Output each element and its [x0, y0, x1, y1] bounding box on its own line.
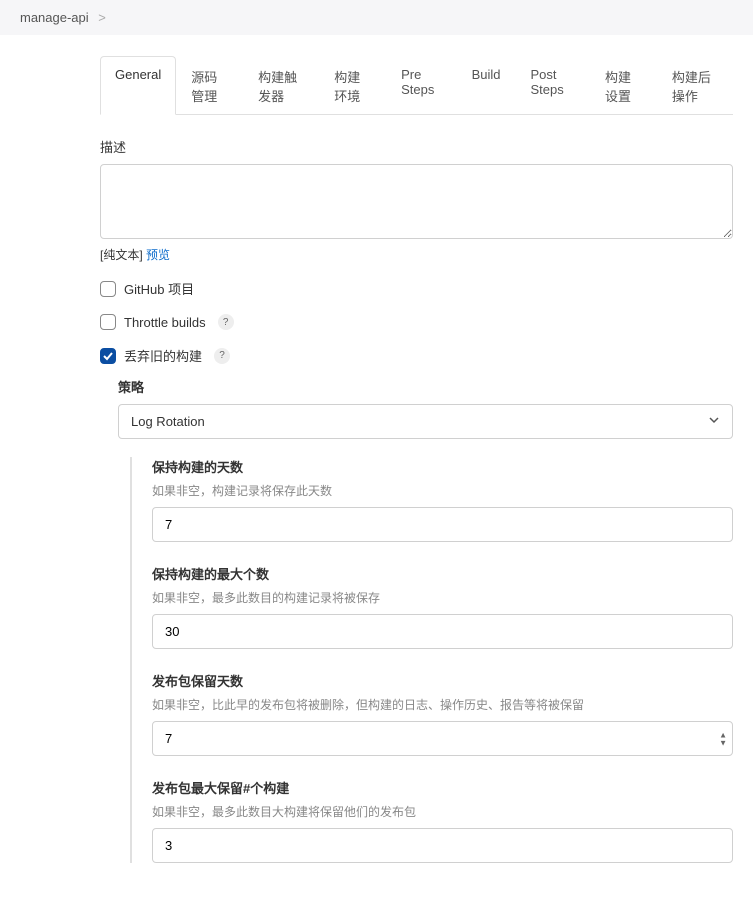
max-num-title: 保持构建的最大个数 [152, 564, 733, 583]
spinner-down-icon[interactable]: ▼ [719, 739, 727, 746]
preview-link[interactable]: 预览 [146, 248, 170, 262]
tab-build-settings[interactable]: 构建设置 [590, 56, 657, 115]
max-num-input[interactable] [152, 614, 733, 649]
tab-bar: General 源码管理 构建触发器 构建环境 Pre Steps Build … [100, 55, 733, 115]
max-num-hint: 如果非空，最多此数目的构建记录将被保存 [152, 589, 733, 606]
throttle-label: Throttle builds [124, 315, 206, 330]
tab-triggers[interactable]: 构建触发器 [243, 56, 319, 115]
breadcrumb: manage-api > [0, 0, 753, 35]
tab-post-build[interactable]: 构建后操作 [657, 56, 733, 115]
spinner-up-icon[interactable]: ▲ [719, 731, 727, 738]
strategy-select[interactable]: Log Rotation [118, 404, 733, 439]
tab-general[interactable]: General [100, 56, 176, 115]
github-label: GitHub 项目 [124, 279, 194, 298]
throttle-checkbox[interactable] [100, 314, 116, 330]
description-hint: [纯文本] 预览 [100, 246, 733, 263]
artifact-max-input[interactable] [152, 828, 733, 863]
tab-post-steps[interactable]: Post Steps [515, 56, 590, 115]
throttle-help-icon[interactable]: ? [218, 314, 234, 330]
breadcrumb-item[interactable]: manage-api [20, 10, 89, 25]
discard-checkbox[interactable] [100, 348, 116, 364]
strategy-value: Log Rotation [131, 414, 205, 429]
days-keep-input[interactable] [152, 507, 733, 542]
github-checkbox[interactable] [100, 281, 116, 297]
strategy-label: 策略 [118, 377, 733, 396]
days-keep-hint: 如果非空，构建记录将保存此天数 [152, 482, 733, 499]
days-keep-title: 保持构建的天数 [152, 457, 733, 476]
artifact-days-title: 发布包保留天数 [152, 671, 733, 690]
plaintext-label: [纯文本] [100, 248, 143, 262]
artifact-max-hint: 如果非空，最多此数目大构建将保留他们的发布包 [152, 803, 733, 820]
tab-scm[interactable]: 源码管理 [176, 56, 243, 115]
discard-help-icon[interactable]: ? [214, 348, 230, 364]
artifact-max-title: 发布包最大保留#个构建 [152, 778, 733, 797]
tab-build-env[interactable]: 构建环境 [319, 56, 386, 115]
artifact-days-input[interactable] [152, 721, 733, 756]
breadcrumb-separator: > [98, 10, 106, 25]
tab-build[interactable]: Build [457, 56, 516, 115]
artifact-days-hint: 如果非空，比此早的发布包将被删除，但构建的日志、操作历史、报告等将被保留 [152, 696, 733, 713]
description-textarea[interactable] [100, 164, 733, 239]
discard-label: 丢弃旧的构建 [124, 346, 202, 365]
tab-pre-steps[interactable]: Pre Steps [386, 56, 456, 115]
description-label: 描述 [100, 137, 733, 156]
chevron-down-icon [708, 414, 720, 429]
artifact-days-spinner[interactable]: ▲ ▼ [719, 731, 727, 746]
